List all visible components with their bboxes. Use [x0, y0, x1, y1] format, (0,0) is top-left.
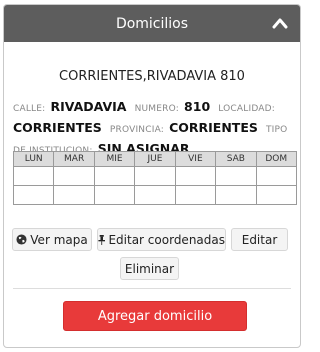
divider	[13, 288, 291, 289]
panel-header: Domicilios	[4, 5, 300, 42]
day-header-jue: JUE	[134, 151, 176, 167]
domicilios-panel: Domicilios CORRIENTES,RIVADAVIA 810 CALL…	[3, 4, 301, 348]
schedule-cell	[255, 166, 298, 186]
schedule-cell	[134, 185, 176, 205]
editar-coordenadas-label: Editar coordenadas	[108, 232, 225, 247]
localidad-value: CORRIENTES	[13, 120, 102, 135]
day-header-mar: MAR	[53, 151, 95, 167]
schedule-cell	[174, 166, 217, 186]
schedule-cell	[53, 166, 95, 186]
pushpin-icon	[98, 234, 106, 245]
agregar-domicilio-label: Agregar domicilio	[97, 308, 213, 324]
schedule-cell	[255, 185, 298, 205]
schedule-cell	[134, 166, 176, 186]
localidad-label: LOCALIDAD:	[218, 104, 276, 114]
schedule-cell	[12, 166, 55, 186]
panel-title: Domicilios	[115, 15, 189, 32]
schedule-table: LUN MAR MIE JUE VIE SAB DOM	[12, 151, 298, 205]
schedule-cell	[215, 185, 257, 205]
agregar-domicilio-button[interactable]: Agregar domicilio	[63, 301, 247, 331]
numero-label: NUMERO:	[134, 104, 179, 114]
schedule-row	[12, 166, 298, 186]
calle-label: CALLE:	[13, 104, 46, 114]
schedule-row	[12, 185, 298, 205]
editar-label: Editar	[241, 232, 278, 247]
address-title: CORRIENTES,RIVADAVIA 810	[59, 69, 245, 84]
ver-mapa-label: Ver mapa	[30, 232, 88, 247]
ver-mapa-button[interactable]: Ver mapa	[12, 228, 92, 251]
eliminar-label: Eliminar	[124, 261, 175, 276]
day-header-dom: DOM	[255, 151, 298, 167]
day-header-sab: SAB	[215, 151, 257, 167]
schedule-cell	[174, 185, 217, 205]
editar-coordenadas-button[interactable]: Editar coordenadas	[97, 228, 226, 251]
globe-icon	[16, 234, 27, 245]
editar-button[interactable]: Editar	[231, 228, 288, 251]
provincia-label: PROVINCIA:	[109, 125, 164, 135]
collapse-button[interactable]	[270, 13, 290, 33]
schedule-cell	[93, 185, 136, 205]
eliminar-button[interactable]: Eliminar	[120, 257, 179, 280]
numero-value: 810	[184, 99, 211, 114]
day-header-mie: MIE	[93, 151, 136, 167]
schedule-cell	[53, 185, 95, 205]
provincia-value: CORRIENTES	[169, 120, 258, 135]
schedule-cell	[215, 166, 257, 186]
day-header-vie: VIE	[174, 151, 217, 167]
schedule-cell	[93, 166, 136, 186]
day-header-lun: LUN	[12, 151, 55, 167]
schedule-header-row: LUN MAR MIE JUE VIE SAB DOM	[12, 151, 298, 167]
calle-value: RIVADAVIA	[50, 99, 127, 114]
schedule-cell	[12, 185, 55, 205]
chevron-up-icon	[272, 18, 288, 29]
